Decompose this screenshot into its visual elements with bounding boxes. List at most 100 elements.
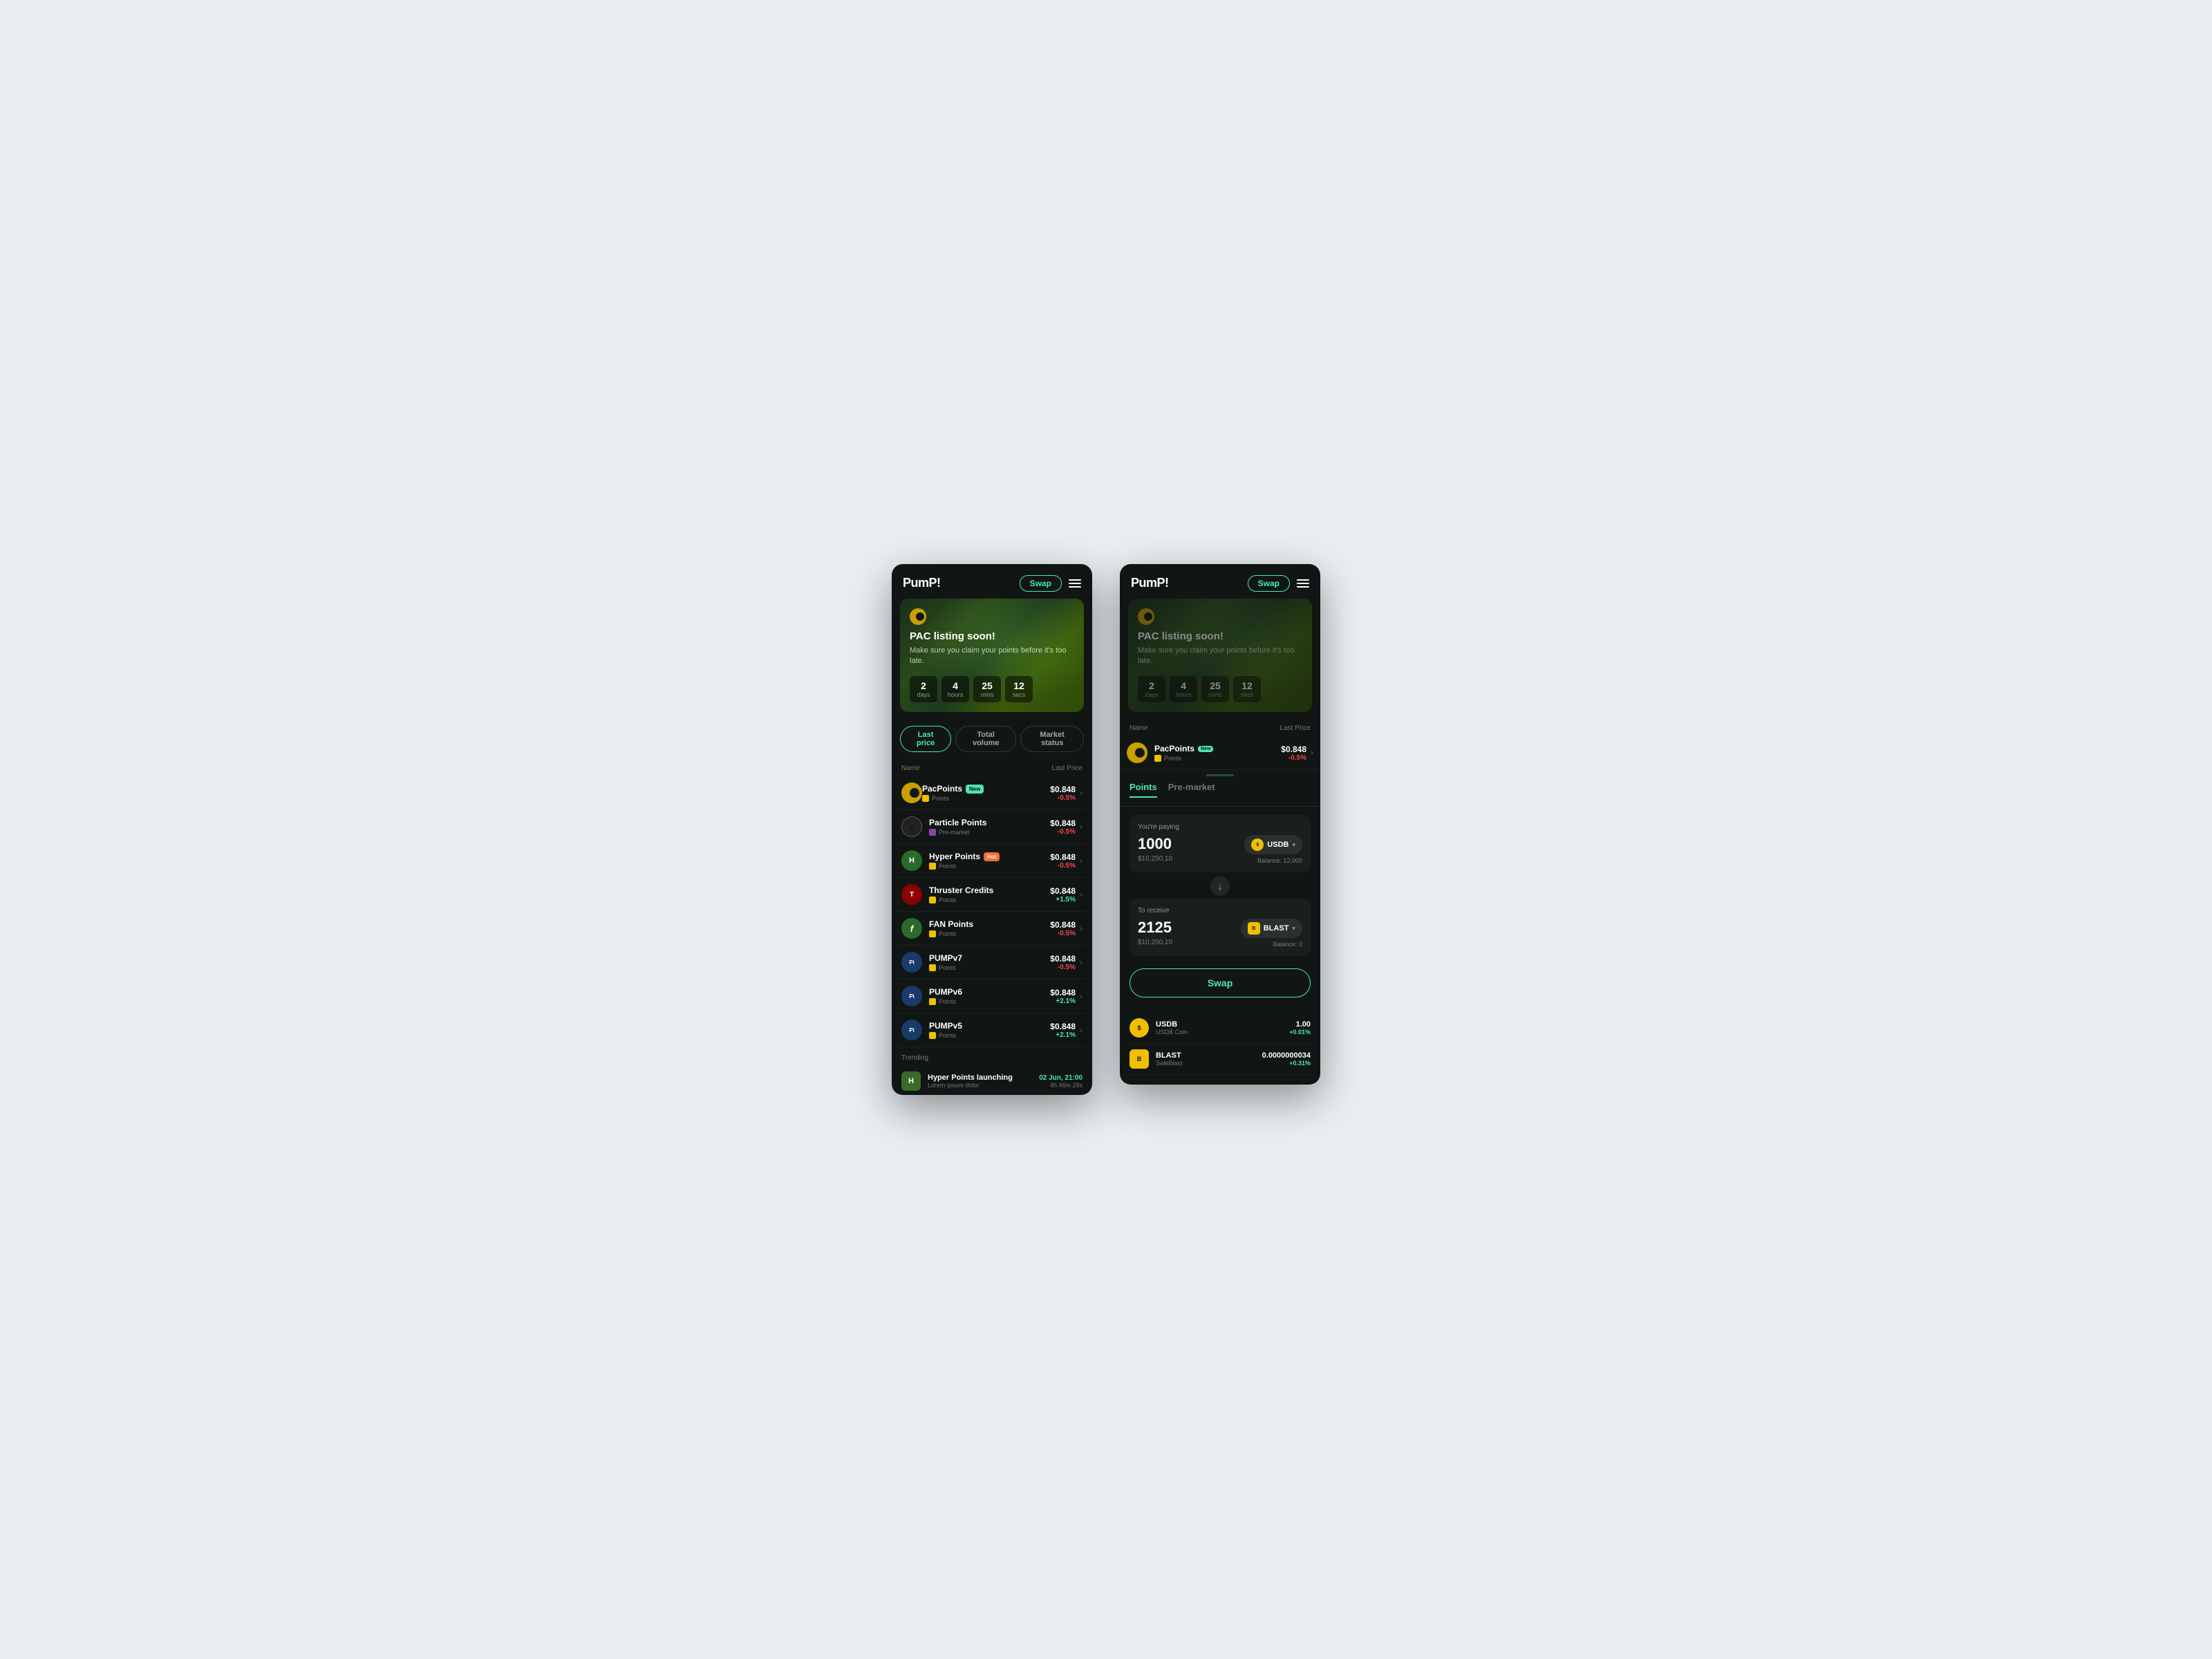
coin-row-hyper[interactable]: H Hyper Points Hot Points $0.848 -0.5% › [897, 844, 1087, 878]
fan-price: $0.848 -0.5% [1050, 920, 1076, 937]
trending-icon-1: H [901, 1071, 921, 1091]
trending-time-1: 4h 46m 29s [1039, 1082, 1082, 1089]
hyper-change: -0.5% [1050, 862, 1076, 870]
usdb-bottom-info: USDB USDB Coin [1156, 1020, 1289, 1035]
partial-coin-sub-text: Points [1164, 755, 1181, 762]
partial-coin-badge: New [1198, 746, 1213, 752]
countdown-hours-label-right: hours [1175, 691, 1192, 698]
partial-coin-info: PacPoints New Points [1154, 744, 1281, 762]
col-name-right: Name [1130, 724, 1148, 732]
countdown-hours-val-right: 4 [1175, 680, 1192, 691]
menu-icon-left[interactable] [1069, 579, 1081, 588]
blast-caret: ▾ [1292, 925, 1295, 932]
coin-row-pumpv7[interactable]: Pi PUMPv7 Points $0.848 -0.5% › [897, 946, 1087, 980]
usdb-bottom-value: 1.00 +0.01% [1289, 1020, 1311, 1035]
coin-row-pumpv5[interactable]: Pi PUMPv5 Points $0.848 +2.1% › [897, 1013, 1087, 1047]
fan-sub-text: Points [939, 930, 956, 937]
coin-row-particle[interactable]: ○ Particle Points Pre-market $0.848 -0.5… [897, 810, 1087, 844]
fan-icon: f [901, 918, 922, 939]
countdown-hours-label-left: hours [947, 691, 964, 698]
particle-sub-icon [929, 829, 936, 836]
coin-row-pumpv6[interactable]: Pi PUMPv6 Points $0.848 +2.1% › [897, 980, 1087, 1013]
pumpv7-price-val: $0.848 [1050, 954, 1076, 964]
trending-title-left: Trending [901, 1054, 1082, 1062]
tab-market-status[interactable]: Market status [1020, 726, 1084, 752]
hyper-sub-icon [929, 863, 936, 870]
swap-button-left[interactable]: Swap [1020, 575, 1062, 592]
pumpv7-sub-icon [929, 964, 936, 971]
blast-bottom-value: 0.0000000034 +0.31% [1262, 1051, 1311, 1067]
col-price-right: Last Price [1280, 724, 1311, 732]
trending-date-1: 02 Jun, 21:00 [1039, 1074, 1082, 1082]
receiving-token-block: B BLAST ▾ Balance: 0 [1241, 919, 1302, 948]
pumpv6-price: $0.848 +2.1% [1050, 988, 1076, 1005]
swap-main-button[interactable]: Swap [1130, 968, 1311, 997]
usdb-token-selector[interactable]: $ USDB ▾ [1244, 835, 1302, 854]
banner-subtitle-right: Make sure you claim your points before i… [1138, 646, 1302, 667]
fan-name: FAN Points [929, 919, 973, 929]
pumpv6-sub-icon [929, 998, 936, 1005]
pacpoints-change: -0.5% [1050, 794, 1076, 802]
bottom-token-blast[interactable]: B BLAST SafeBlast 0.0000000034 +0.31% [1130, 1044, 1311, 1075]
logo-left: PumP! [903, 576, 941, 590]
pumpv6-chevron: › [1080, 991, 1082, 1001]
countdown-secs-right: 12 secs [1233, 676, 1261, 702]
coin-list-left: PacPoints New Points $0.848 -0.5% › ○ [892, 776, 1092, 1047]
usdb-bottom-icon: $ [1130, 1018, 1149, 1038]
partial-coin-row[interactable]: PacPoints New Points $0.848 -0.5% › [1120, 736, 1320, 770]
left-header: PumP! Swap [892, 564, 1092, 599]
countdown-hours-left: 4 hours [941, 676, 969, 702]
pumpv7-change: -0.5% [1050, 964, 1076, 971]
banner-title-right: PAC listing soon! [1138, 630, 1302, 642]
banner-right: PAC listing soon! Make sure you claim yo… [1128, 599, 1312, 713]
particle-change: -0.5% [1050, 828, 1076, 836]
receiving-amount: 2125 [1138, 919, 1172, 937]
swap-arrow-container: ↓ [1130, 877, 1311, 896]
countdown-hours-val-left: 4 [947, 680, 964, 691]
countdown-mins-right: 25 mins [1201, 676, 1229, 702]
pumpv6-name: PUMPv6 [929, 987, 962, 997]
countdown-days-label-left: days [915, 691, 932, 698]
right-screen: PumP! Swap PAC listing soon! Make sure y… [1120, 564, 1320, 1085]
tab-total-volume[interactable]: Total volume [955, 726, 1016, 752]
countdown-secs-val-left: 12 [1011, 680, 1027, 691]
blast-token-selector[interactable]: B BLAST ▾ [1241, 919, 1302, 938]
pacpoints-sub-icon [922, 795, 929, 802]
pumpv5-sub-text: Points [939, 1032, 956, 1039]
coin-row-pacpoints[interactable]: PacPoints New Points $0.848 -0.5% › [897, 776, 1087, 810]
usdb-token-name: USDB [1267, 841, 1288, 849]
pac-logo-icon-left [910, 608, 926, 625]
thruster-sub-text: Points [939, 897, 956, 903]
pumpv7-price: $0.848 -0.5% [1050, 954, 1076, 971]
blast-bottom-price: 0.0000000034 [1262, 1051, 1311, 1060]
tab-last-price[interactable]: Last price [900, 726, 951, 752]
coin-row-fan[interactable]: f FAN Points Points $0.848 -0.5% › [897, 912, 1087, 946]
pacpoints-info: PacPoints New Points [922, 784, 1050, 802]
header-actions-left: Swap [1020, 575, 1081, 592]
pumpv7-chevron: › [1080, 957, 1082, 967]
blast-bottom-icon: B [1130, 1049, 1149, 1069]
fan-price-val: $0.848 [1050, 920, 1076, 930]
trending-row-1[interactable]: H Hyper Points launching Lorem ipsum dol… [901, 1067, 1082, 1095]
trending-name-1: Hyper Points launching [928, 1074, 1039, 1082]
menu-icon-right[interactable] [1297, 579, 1309, 588]
paying-usd: $10,250.10 [1138, 855, 1172, 863]
pumpv6-change: +2.1% [1050, 997, 1076, 1005]
hyper-chevron: › [1080, 856, 1082, 865]
pacpoints-sub-text: Points [932, 795, 949, 802]
swap-button-right[interactable]: Swap [1248, 575, 1290, 592]
countdown-days-val-left: 2 [915, 680, 932, 691]
usdb-icon: $ [1251, 838, 1264, 851]
countdown-secs-left: 12 secs [1005, 676, 1033, 702]
swap-tab-points[interactable]: Points [1130, 782, 1157, 798]
thruster-info: Thruster Credits Points [929, 885, 1050, 903]
pumpv5-sub-icon [929, 1032, 936, 1039]
bottom-token-usdb[interactable]: $ USDB USDB Coin 1.00 +0.01% [1130, 1013, 1311, 1044]
swap-direction-button[interactable]: ↓ [1210, 877, 1230, 896]
coin-row-thruster[interactable]: T Thruster Credits Points $0.848 +1.5% › [897, 878, 1087, 912]
pacpoints-chevron: › [1080, 788, 1082, 798]
particle-info: Particle Points Pre-market [929, 818, 1050, 836]
pumpv5-price: $0.848 +2.1% [1050, 1022, 1076, 1039]
swap-tab-premarket[interactable]: Pre-market [1168, 782, 1215, 798]
countdown-days-label-right: days [1143, 691, 1160, 698]
